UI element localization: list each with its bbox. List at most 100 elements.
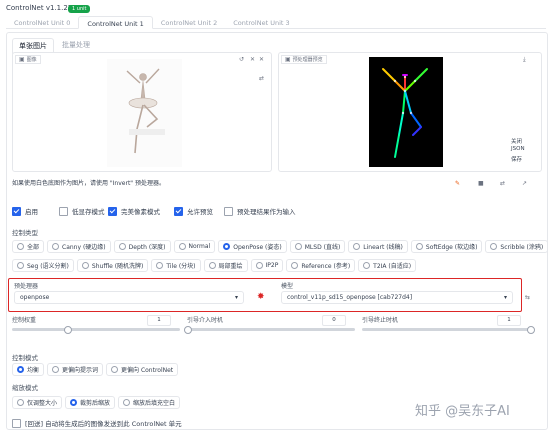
- preview-json-button[interactable]: JSON: [511, 146, 525, 152]
- control-type-row-2: Seg (语义分割) Shuffle (随机洗牌) Tile (分块) 局部重绘…: [12, 259, 542, 272]
- model-select[interactable]: control_v11p_sd15_openpose [cab727d4] ▾: [281, 291, 513, 304]
- run-preprocessor-icon[interactable]: ✸: [257, 292, 265, 302]
- checkbox-box[interactable]: [12, 206, 21, 216]
- resize-mode-fill[interactable]: 缩放后填充空白: [118, 396, 181, 409]
- radio-dot[interactable]: [17, 366, 24, 373]
- undo-icon[interactable]: ↺: [239, 56, 244, 63]
- radio-dot[interactable]: [363, 262, 371, 269]
- camera-flip-icon[interactable]: ⇄: [259, 75, 264, 82]
- radio-dot[interactable]: [70, 399, 78, 406]
- radio-dot[interactable]: [291, 262, 299, 269]
- radio-dot[interactable]: [353, 243, 361, 250]
- radio-dot[interactable]: [415, 243, 423, 250]
- control-type-lineart[interactable]: Lineart (线稿): [348, 240, 408, 253]
- control-type-mlsd[interactable]: MLSD (直线): [289, 240, 346, 253]
- pose-preview-image: [369, 57, 443, 167]
- enable-checkbox[interactable]: 启用: [12, 206, 38, 216]
- control-type-reference[interactable]: Reference (参考): [286, 259, 356, 272]
- control-type-openpose[interactable]: OpenPose (姿态): [218, 240, 287, 253]
- control-mode-balanced[interactable]: 均衡: [12, 363, 45, 376]
- control-type-t2ia[interactable]: T2IA (自适应): [358, 259, 417, 272]
- checkbox-box[interactable]: [59, 206, 68, 216]
- control-type-row-1: 全部 Canny (硬边缘) Depth (深度) Normal OpenPos…: [12, 240, 549, 253]
- tab-unit-3[interactable]: ControlNet Unit 3: [225, 16, 297, 28]
- preview-close-button[interactable]: 关闭: [511, 137, 522, 145]
- checkbox-box[interactable]: [108, 206, 117, 216]
- radio-dot[interactable]: [223, 243, 231, 250]
- start-input[interactable]: 0: [322, 315, 346, 326]
- preprocessor-select[interactable]: openpose ▾: [14, 291, 244, 304]
- control-type-depth[interactable]: Depth (深度): [113, 240, 171, 253]
- radio-dot[interactable]: [118, 243, 126, 250]
- radio-dot[interactable]: [81, 262, 89, 269]
- hint-text: 如果使用白色底图作为图片，请使用 "Invert" 预处理器。: [12, 180, 165, 187]
- radio-dot[interactable]: [52, 366, 60, 373]
- radio-dot[interactable]: [294, 243, 302, 250]
- camera-icon[interactable]: ■: [478, 180, 484, 187]
- preprocess-as-input-checkbox[interactable]: 预处理结果作为输入: [224, 206, 296, 216]
- control-type-scribble[interactable]: Scribble (涂鸦): [485, 240, 549, 253]
- loopback-checkbox[interactable]: [回送] 自动将生成后的图像发送到此 ControlNet 单元: [12, 418, 182, 428]
- end-input[interactable]: 1: [497, 315, 521, 326]
- download-icon[interactable]: ⤓: [523, 56, 526, 64]
- tab-unit-0[interactable]: ControlNet Unit 0: [6, 16, 78, 28]
- control-mode-prompt[interactable]: 更偏向提示词: [47, 363, 104, 376]
- checkbox-box[interactable]: [174, 206, 183, 216]
- control-type-shuffle[interactable]: Shuffle (随机洗牌): [76, 259, 149, 272]
- control-type-ip2p[interactable]: IP2P: [250, 259, 284, 272]
- resize-mode-label: 缩放模式: [12, 384, 38, 392]
- radio-dot[interactable]: [208, 262, 216, 269]
- control-type-softedge[interactable]: SoftEdge (软边缘): [410, 240, 483, 253]
- resize-mode-just-resize[interactable]: 仅调整大小: [12, 396, 63, 409]
- resize-mode-crop[interactable]: 裁剪后缩放: [65, 396, 116, 409]
- control-type-tile[interactable]: Tile (分块): [151, 259, 201, 272]
- refresh-models-icon[interactable]: ⇆: [525, 294, 530, 301]
- slider-thumb[interactable]: [527, 326, 535, 334]
- control-type-seg[interactable]: Seg (语义分割): [12, 259, 74, 272]
- allow-preview-checkbox[interactable]: 允许预览: [174, 206, 213, 216]
- openpose-skeleton: [382, 68, 428, 158]
- radio-dot[interactable]: [255, 262, 263, 269]
- end-slider[interactable]: [362, 326, 535, 334]
- low-vram-checkbox[interactable]: 低显存模式: [59, 206, 105, 216]
- tab-unit-2[interactable]: ControlNet Unit 2: [153, 16, 225, 28]
- close-icon-2[interactable]: ✕: [259, 56, 264, 63]
- weight-input[interactable]: 1: [147, 315, 171, 326]
- radio-dot[interactable]: [52, 243, 60, 250]
- control-mode-label: 控制模式: [12, 354, 38, 362]
- image-icon: ▣: [19, 56, 25, 63]
- radio-dot[interactable]: [123, 399, 131, 406]
- checkbox-box[interactable]: [12, 418, 21, 428]
- preview-save-button[interactable]: 保存: [511, 155, 522, 163]
- end-label: 引导终止时机: [362, 317, 399, 324]
- weight-label: 控制权重: [12, 317, 37, 324]
- unit-tabs: ControlNet Unit 0 ControlNet Unit 1 Cont…: [6, 16, 546, 29]
- control-type-all[interactable]: 全部: [12, 240, 45, 253]
- start-slider[interactable]: [184, 326, 355, 334]
- tab-unit-1[interactable]: ControlNet Unit 1: [78, 16, 153, 29]
- close-icon[interactable]: ✕: [250, 56, 255, 63]
- header-title: ControlNet v1.1.224: [6, 4, 77, 12]
- radio-dot[interactable]: [17, 243, 24, 250]
- control-type-canny[interactable]: Canny (硬边缘): [47, 240, 111, 253]
- control-type-inpaint[interactable]: 局部重绘: [203, 259, 248, 272]
- brush-icon[interactable]: ✎: [455, 180, 460, 187]
- checkbox-box[interactable]: [224, 206, 233, 216]
- image-input-panel[interactable]: ▣ 图像 ↺ ✕ ✕ ⇄: [12, 52, 272, 172]
- radio-dot[interactable]: [490, 243, 498, 250]
- slider-thumb[interactable]: [184, 326, 192, 334]
- radio-dot[interactable]: [178, 243, 186, 250]
- chevron-down-icon: ▾: [503, 294, 507, 301]
- control-mode-group: 均衡 更偏向提示词 更偏向 ControlNet: [12, 363, 179, 376]
- weight-slider[interactable]: [12, 326, 180, 334]
- pixel-perfect-checkbox[interactable]: 完美像素模式: [108, 206, 160, 216]
- arrow-icon[interactable]: ↗: [522, 180, 527, 187]
- radio-dot[interactable]: [17, 262, 24, 269]
- chevron-down-icon: ▾: [234, 294, 238, 301]
- control-mode-controlnet[interactable]: 更偏向 ControlNet: [106, 363, 179, 376]
- swap-icon[interactable]: ⇄: [500, 180, 505, 187]
- radio-dot[interactable]: [156, 262, 164, 269]
- radio-dot[interactable]: [17, 399, 24, 406]
- radio-dot[interactable]: [111, 366, 119, 373]
- control-type-normal[interactable]: Normal: [173, 240, 216, 253]
